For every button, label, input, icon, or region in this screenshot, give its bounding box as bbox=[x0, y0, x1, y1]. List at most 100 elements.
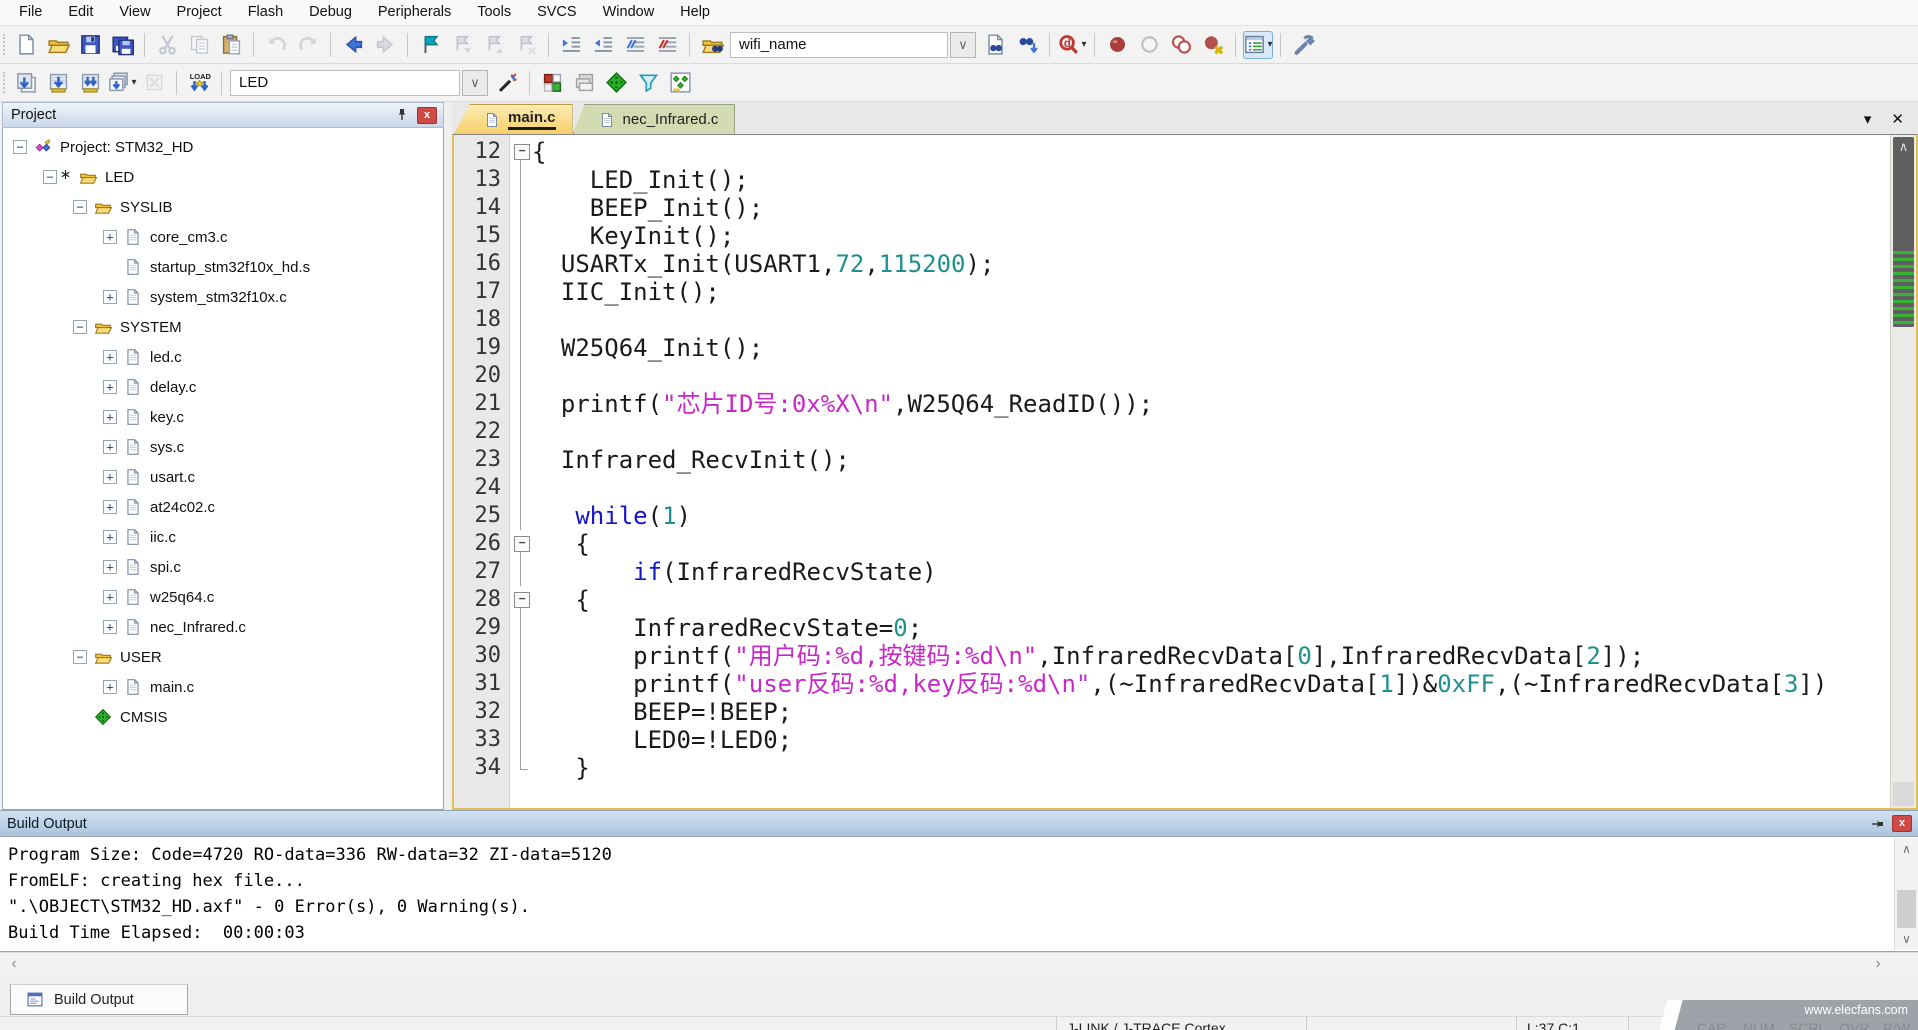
dropdown-caret-icon[interactable]: ▾ bbox=[1267, 39, 1272, 50]
bookmark-toggle-button[interactable] bbox=[415, 31, 445, 59]
collapse-icon[interactable]: − bbox=[73, 650, 87, 664]
pack-installer-button[interactable] bbox=[601, 69, 631, 97]
batch-build-button[interactable]: ▾ bbox=[107, 69, 137, 97]
combo-dropdown-icon[interactable]: ∨ bbox=[950, 31, 976, 58]
bookmark-next-button[interactable] bbox=[447, 31, 477, 59]
tree-item-main-c[interactable]: + main.c bbox=[3, 672, 443, 702]
build-button[interactable] bbox=[43, 69, 73, 97]
save-button[interactable] bbox=[75, 31, 105, 59]
menu-debug[interactable]: Debug bbox=[296, 0, 365, 25]
breakpoint-kill-all-button[interactable] bbox=[1198, 31, 1228, 59]
tree-item-core-cm3-c[interactable]: + core_cm3.c bbox=[3, 222, 443, 252]
system-viewer-button[interactable]: ▾ bbox=[1243, 30, 1273, 59]
build-vertical-scrollbar[interactable]: ∧ ∨ bbox=[1894, 838, 1918, 950]
tree-item-user[interactable]: − USER bbox=[3, 642, 443, 672]
pin-icon[interactable] bbox=[1866, 815, 1888, 833]
scroll-left-icon[interactable]: ‹ bbox=[2, 953, 26, 976]
find-in-files-button[interactable] bbox=[697, 31, 727, 59]
tree-item-spi-c[interactable]: + spi.c bbox=[3, 552, 443, 582]
tab-main-c[interactable]: main.c bbox=[454, 104, 573, 134]
tree-item-sys-c[interactable]: + sys.c bbox=[3, 432, 443, 462]
tree-item-startup-stm32f10x-hd-s[interactable]: startup_stm32f10x_hd.s bbox=[3, 252, 443, 282]
stop-build-button[interactable] bbox=[139, 69, 169, 97]
navigate-forward-button[interactable] bbox=[370, 31, 400, 59]
build-output-content[interactable]: Program Size: Code=4720 RO-data=336 RW-d… bbox=[0, 836, 1918, 952]
bookmark-prev-button[interactable] bbox=[479, 31, 509, 59]
dropdown-caret-icon[interactable]: ▾ bbox=[131, 77, 136, 88]
filter-funnel-button[interactable] bbox=[633, 69, 663, 97]
file-stack-button[interactable] bbox=[569, 69, 599, 97]
expand-icon[interactable]: + bbox=[103, 590, 117, 604]
target-select-combo[interactable]: LED bbox=[230, 69, 460, 96]
expand-icon[interactable]: + bbox=[103, 410, 117, 424]
tree-item-iic-c[interactable]: + iic.c bbox=[3, 522, 443, 552]
menu-tools[interactable]: Tools bbox=[464, 0, 524, 25]
build-horizontal-scrollbar[interactable]: ‹ › bbox=[0, 952, 1918, 976]
search-term-combo[interactable]: wifi_name bbox=[730, 31, 948, 58]
tree-item-at24c02-c[interactable]: + at24c02.c bbox=[3, 492, 443, 522]
scroll-down-icon[interactable]: ∨ bbox=[1895, 928, 1918, 950]
tree-item-cmsis[interactable]: CMSIS bbox=[3, 702, 443, 732]
breakpoint-enable-button[interactable] bbox=[1134, 31, 1164, 59]
build-output-close-icon[interactable]: x bbox=[1892, 815, 1912, 832]
open-file-button[interactable] bbox=[43, 31, 73, 59]
project-tree[interactable]: − Project: STM32_HD − LED − SYSLIB + core_cm3.c… bbox=[2, 128, 444, 810]
indent-button[interactable] bbox=[556, 31, 586, 59]
translate-file-button[interactable] bbox=[11, 69, 41, 97]
tree-item-delay-c[interactable]: + delay.c bbox=[3, 372, 443, 402]
menu-flash[interactable]: Flash bbox=[235, 0, 296, 25]
pin-icon[interactable] bbox=[391, 106, 413, 124]
tree-item-system[interactable]: − SYSTEM bbox=[3, 312, 443, 342]
tree-item-project-stm32-hd[interactable]: − Project: STM32_HD bbox=[3, 132, 443, 162]
menu-edit[interactable]: Edit bbox=[55, 0, 106, 25]
project-close-icon[interactable]: x bbox=[417, 106, 437, 124]
copy-button[interactable] bbox=[184, 31, 214, 59]
expand-icon[interactable]: + bbox=[103, 680, 117, 694]
menu-view[interactable]: View bbox=[106, 0, 163, 25]
expand-icon[interactable]: + bbox=[103, 350, 117, 364]
configure-wrench-button[interactable] bbox=[1288, 31, 1318, 59]
combo-dropdown-icon[interactable]: ∨ bbox=[462, 69, 488, 96]
tree-item-usart-c[interactable]: + usart.c bbox=[3, 462, 443, 492]
manage-rte-button[interactable] bbox=[665, 69, 695, 97]
navigate-back-button[interactable] bbox=[338, 31, 368, 59]
collapse-icon[interactable]: − bbox=[43, 170, 57, 184]
tree-item-nec-infrared-c[interactable]: + nec_Infrared.c bbox=[3, 612, 443, 642]
bookmark-clear-button[interactable] bbox=[511, 31, 541, 59]
tree-item-led-c[interactable]: + led.c bbox=[3, 342, 443, 372]
paste-button[interactable] bbox=[216, 31, 246, 59]
manage-components-button[interactable] bbox=[537, 69, 567, 97]
expand-icon[interactable]: + bbox=[103, 290, 117, 304]
download-load-button[interactable]: LOAD bbox=[184, 69, 214, 97]
panel-splitter[interactable] bbox=[444, 102, 452, 810]
collapse-icon[interactable]: − bbox=[13, 140, 27, 154]
tree-item-led[interactable]: − LED bbox=[3, 162, 443, 192]
menu-peripherals[interactable]: Peripherals bbox=[365, 0, 464, 25]
target-options-button[interactable] bbox=[492, 69, 522, 97]
uncomment-button[interactable] bbox=[652, 31, 682, 59]
quick-find-button[interactable]: d ▾ bbox=[1057, 31, 1087, 59]
code-area[interactable]: { LED_Init(); BEEP_Init(); KeyInit(); US… bbox=[532, 135, 1890, 808]
scroll-up-icon[interactable]: ∧ bbox=[1893, 137, 1914, 157]
scroll-right-icon[interactable]: › bbox=[1866, 953, 1890, 976]
cut-button[interactable] bbox=[152, 31, 182, 59]
menu-window[interactable]: Window bbox=[590, 0, 668, 25]
search-document-button[interactable] bbox=[980, 31, 1010, 59]
tree-item-syslib[interactable]: − SYSLIB bbox=[3, 192, 443, 222]
expand-icon[interactable]: + bbox=[103, 470, 117, 484]
scroll-up-icon[interactable]: ∧ bbox=[1895, 838, 1918, 860]
menu-help[interactable]: Help bbox=[667, 0, 723, 25]
collapse-icon[interactable]: − bbox=[73, 320, 87, 334]
menu-project[interactable]: Project bbox=[164, 0, 235, 25]
expand-icon[interactable]: + bbox=[103, 230, 117, 244]
tree-item-system-stm32f10x-c[interactable]: + system_stm32f10x.c bbox=[3, 282, 443, 312]
redo-button[interactable] bbox=[293, 31, 323, 59]
collapse-icon[interactable]: − bbox=[73, 200, 87, 214]
expand-icon[interactable]: + bbox=[103, 560, 117, 574]
dropdown-caret-icon[interactable]: ▾ bbox=[1081, 39, 1086, 50]
expand-icon[interactable]: + bbox=[103, 530, 117, 544]
scrollbar-thumb[interactable]: ∧ bbox=[1893, 137, 1914, 327]
close-document-icon[interactable]: ✕ bbox=[1891, 110, 1904, 128]
fold-collapse-icon[interactable] bbox=[510, 586, 532, 614]
fold-collapse-icon[interactable] bbox=[510, 530, 532, 558]
